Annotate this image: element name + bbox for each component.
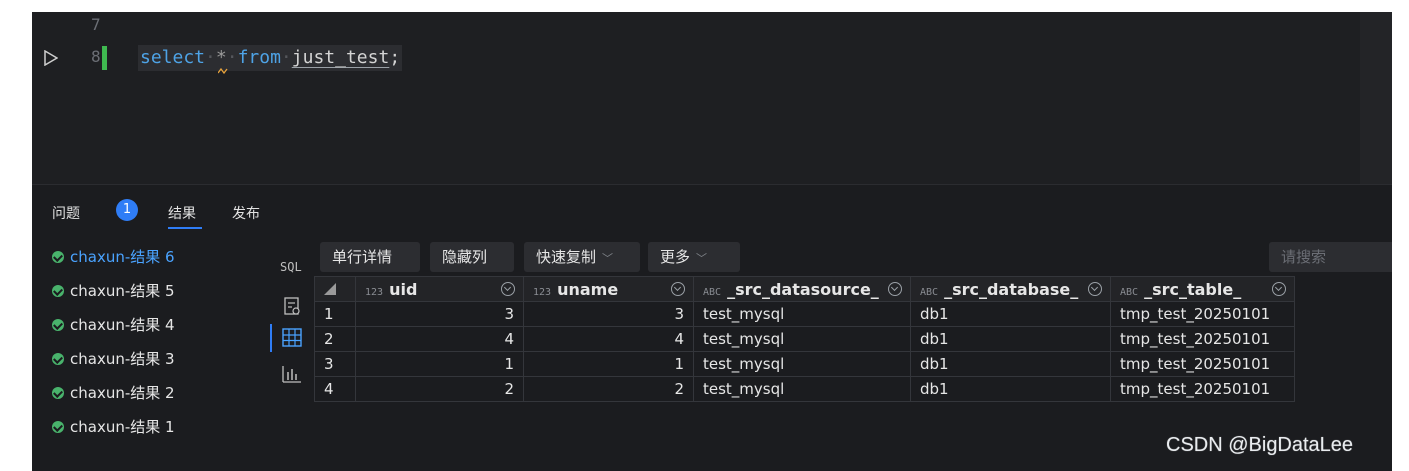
cell-database[interactable]: db1 [910,351,1111,377]
column-menu-icon[interactable] [1088,282,1102,296]
table-header-row: 123 uid 123 uname ABC _src_datasource_ ABC _… [314,276,1295,302]
cell-uid[interactable]: 2 [355,376,524,402]
cell-database[interactable]: db1 [910,301,1111,327]
cell-table[interactable]: tmp_test_20250101 [1110,376,1295,402]
bar-chart-icon[interactable] [270,360,314,388]
tab-publish[interactable]: 发布 [232,203,260,223]
editor-scrollbar[interactable] [1360,12,1392,184]
result-set-item[interactable]: chaxun-结果 1 [52,415,175,439]
column-menu-icon[interactable] [1272,282,1286,296]
row-index: 4 [314,376,356,402]
result-sets-list: chaxun-结果 6 chaxun-结果 5 chaxun-结果 4 chax… [32,236,271,471]
column-header[interactable]: ABC _src_database_ [910,276,1111,302]
warning-squiggle-icon [217,68,228,74]
row-index: 1 [314,301,356,327]
column-menu-icon[interactable] [671,282,685,296]
cell-uid[interactable]: 1 [355,351,524,377]
watermark: CSDN @BigDataLee [1166,434,1354,456]
row-detail-button[interactable]: 单行详情 [320,242,420,272]
result-set-label: chaxun-结果 5 [70,282,175,300]
bottom-panel-tabs: 问题 1 结果 发布 [32,184,1392,237]
result-set-label: chaxun-结果 6 [70,248,175,266]
column-header[interactable]: ABC _src_table_ [1110,276,1295,302]
sql-ide-window: 7 8 select·* ·from·just_test; 问题 1 结果 发布 … [32,12,1392,471]
line-number: 8 [91,47,101,66]
problems-count-badge: 1 [116,199,138,221]
hide-columns-button[interactable]: 隐藏列 [430,242,514,272]
sql-code-line[interactable]: select·* ·from·just_test; [138,45,403,74]
result-set-item[interactable]: chaxun-结果 3 [52,347,175,371]
cell-datasource[interactable]: test_mysql [693,351,911,377]
chevron-down-icon: ﹀ [602,252,614,265]
sql-view-icon[interactable]: SQL [280,260,302,274]
result-set-label: chaxun-结果 3 [70,350,175,368]
result-set-label: chaxun-结果 2 [70,384,175,402]
success-check-icon [52,352,64,365]
current-line-marker [102,46,107,70]
line-number: 7 [91,15,101,34]
cell-datasource[interactable]: test_mysql [693,301,911,327]
cell-table[interactable]: tmp_test_20250101 [1110,301,1295,327]
cell-database[interactable]: db1 [910,376,1111,402]
search-input[interactable]: 请搜索 [1269,242,1392,272]
chevron-down-icon: ﹀ [696,252,708,265]
column-menu-icon[interactable] [501,282,515,296]
table-row[interactable]: 4 2 2 test_mysql db1 tmp_test_20250101 [314,376,1295,402]
table-row[interactable]: 3 1 1 test_mysql db1 tmp_test_20250101 [314,351,1295,377]
result-set-item[interactable]: chaxun-结果 4 [52,313,175,337]
cell-table[interactable]: tmp_test_20250101 [1110,351,1295,377]
column-menu-icon[interactable] [888,282,902,296]
success-check-icon [52,386,64,399]
row-index: 3 [314,351,356,377]
cell-uname[interactable]: 1 [523,351,694,377]
select-all-corner[interactable] [314,276,356,302]
result-set-item[interactable]: chaxun-结果 6 [52,245,175,269]
result-set-item[interactable]: chaxun-结果 2 [52,381,175,405]
table-row[interactable]: 1 3 3 test_mysql db1 tmp_test_20250101 [314,301,1295,327]
success-check-icon [52,284,64,297]
table-row[interactable]: 2 4 4 test_mysql db1 tmp_test_20250101 [314,326,1295,352]
active-tab-indicator [168,227,202,229]
result-set-label: chaxun-结果 4 [70,316,175,334]
run-line-icon[interactable] [44,50,58,66]
more-dropdown[interactable]: 更多 ﹀ [648,242,740,272]
cell-uname[interactable]: 2 [523,376,694,402]
record-icon[interactable] [270,292,314,320]
cell-uid[interactable]: 3 [355,301,524,327]
cell-database[interactable]: db1 [910,326,1111,352]
success-check-icon [52,318,64,331]
result-set-label: chaxun-结果 1 [70,418,175,436]
quick-copy-dropdown[interactable]: 快速复制 ﹀ [524,242,640,272]
tab-problems[interactable]: 问题 [52,203,80,223]
code-wildcard: * [216,47,228,74]
success-check-icon [52,420,64,433]
result-view-switcher: SQL [270,236,315,471]
table-grid-icon[interactable] [270,324,314,352]
cell-datasource[interactable]: test_mysql [693,326,911,352]
column-header[interactable]: 123 uid [355,276,524,302]
code-keyword: select [140,47,206,68]
code-editor[interactable]: 7 8 select·* ·from·just_test; [32,12,1392,184]
cell-table[interactable]: tmp_test_20250101 [1110,326,1295,352]
row-index: 2 [314,326,356,352]
column-header[interactable]: 123 uname [523,276,694,302]
result-table: 123 uid 123 uname ABC _src_datasource_ ABC _… [314,276,1295,402]
result-set-item[interactable]: chaxun-结果 5 [52,279,175,303]
cell-datasource[interactable]: test_mysql [693,376,911,402]
code-keyword: from [237,47,281,68]
cell-uid[interactable]: 4 [355,326,524,352]
tab-results[interactable]: 结果 [168,203,196,223]
cell-uname[interactable]: 3 [523,301,694,327]
code-semicolon: ; [389,47,401,68]
column-header[interactable]: ABC _src_datasource_ [693,276,911,302]
cell-uname[interactable]: 4 [523,326,694,352]
code-table-name: just_test [291,47,390,68]
success-check-icon [52,250,64,263]
